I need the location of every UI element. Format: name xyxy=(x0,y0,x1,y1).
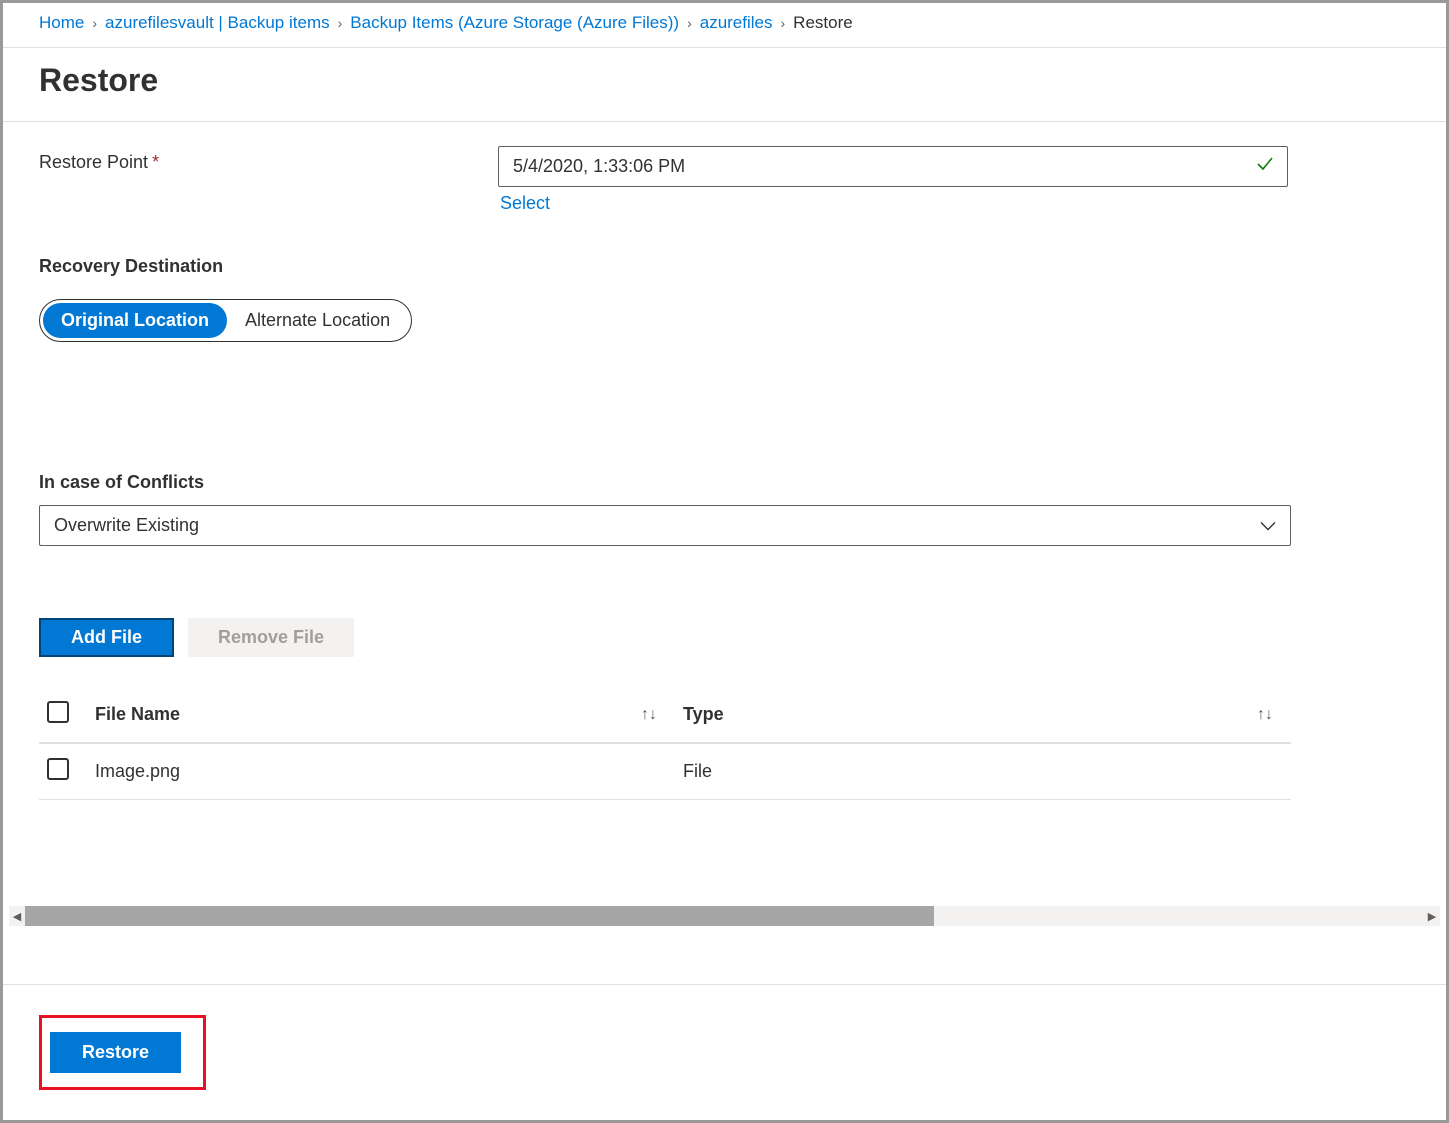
column-header-file-name-label: File Name xyxy=(95,704,180,724)
select-all-checkbox[interactable] xyxy=(47,701,69,723)
table-row[interactable]: Image.png File xyxy=(39,743,1291,800)
pill-alternate-location[interactable]: Alternate Location xyxy=(227,303,408,338)
file-name-cell: Image.png xyxy=(87,743,675,800)
column-header-type[interactable]: Type ↑↓ xyxy=(675,687,1291,743)
chevron-right-icon: › xyxy=(781,15,786,31)
remove-file-button[interactable]: Remove File xyxy=(188,618,354,657)
conflicts-heading: In case of Conflicts xyxy=(39,472,1410,493)
scroll-left-arrow[interactable]: ◀ xyxy=(9,910,25,923)
restore-point-label-text: Restore Point xyxy=(39,152,148,172)
restore-highlight-box: Restore xyxy=(39,1015,206,1090)
add-file-button[interactable]: Add File xyxy=(39,618,174,657)
restore-point-field: Restore Point* 5/4/2020, 1:33:06 PM Sele… xyxy=(39,146,1410,220)
sort-icon: ↑↓ xyxy=(641,706,657,724)
chevron-right-icon: › xyxy=(92,15,97,31)
restore-point-value: 5/4/2020, 1:33:06 PM xyxy=(513,156,685,176)
breadcrumb-link-backup-items[interactable]: Backup Items (Azure Storage (Azure Files… xyxy=(350,13,679,33)
row-checkbox[interactable] xyxy=(47,758,69,780)
footer: Restore xyxy=(3,984,1446,1120)
restore-point-label: Restore Point* xyxy=(39,146,498,173)
file-actions: Add File Remove File xyxy=(39,618,1410,657)
conflicts-value: Overwrite Existing xyxy=(54,515,199,535)
chevron-right-icon: › xyxy=(338,15,343,31)
page-title: Restore xyxy=(3,48,1446,122)
pill-original-location[interactable]: Original Location xyxy=(43,303,227,338)
restore-point-input[interactable]: 5/4/2020, 1:33:06 PM xyxy=(498,146,1288,187)
restore-button[interactable]: Restore xyxy=(50,1032,181,1073)
chevron-down-icon xyxy=(1260,515,1276,536)
column-header-file-name[interactable]: File Name ↑↓ xyxy=(87,687,675,743)
breadcrumb: Home › azurefilesvault | Backup items › … xyxy=(3,3,1446,48)
file-type-cell: File xyxy=(675,743,1291,800)
content-area: Restore Point* 5/4/2020, 1:33:06 PM Sele… xyxy=(3,122,1446,800)
sort-icon: ↑↓ xyxy=(1257,706,1273,724)
scrollbar-track[interactable] xyxy=(25,906,1424,926)
file-table: File Name ↑↓ Type ↑↓ Image.png File xyxy=(39,687,1291,800)
conflicts-dropdown[interactable]: Overwrite Existing xyxy=(39,505,1291,546)
required-asterisk: * xyxy=(152,152,159,172)
chevron-right-icon: › xyxy=(687,15,692,31)
recovery-destination-heading: Recovery Destination xyxy=(39,256,1410,277)
breadcrumb-link-home[interactable]: Home xyxy=(39,13,84,33)
select-restore-point-link[interactable]: Select xyxy=(498,187,552,220)
breadcrumb-link-vault[interactable]: azurefilesvault | Backup items xyxy=(105,13,330,33)
scrollbar-thumb[interactable] xyxy=(25,906,934,926)
breadcrumb-link-azurefiles[interactable]: azurefiles xyxy=(700,13,773,33)
column-header-type-label: Type xyxy=(683,704,724,724)
checkmark-icon xyxy=(1255,154,1275,180)
recovery-destination-toggle: Original Location Alternate Location xyxy=(39,299,412,342)
breadcrumb-current: Restore xyxy=(793,13,853,33)
horizontal-scrollbar[interactable]: ◀ ▶ xyxy=(9,906,1440,926)
scroll-right-arrow[interactable]: ▶ xyxy=(1424,910,1440,923)
